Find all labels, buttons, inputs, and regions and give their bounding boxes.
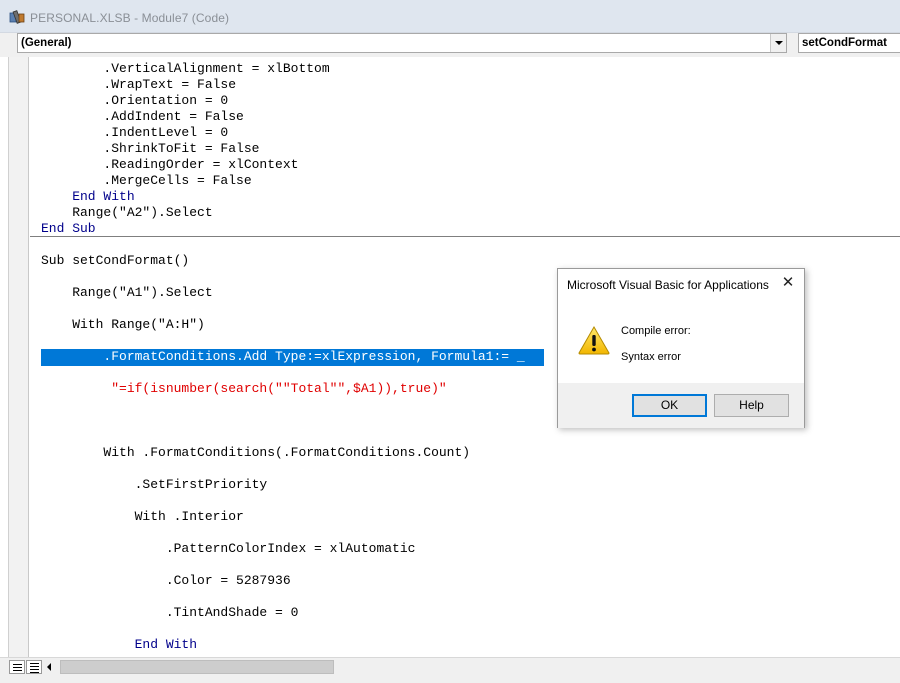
warning-icon xyxy=(578,326,610,355)
help-button[interactable]: Help xyxy=(714,394,789,417)
code-line[interactable]: Range("A1").Select xyxy=(41,285,212,301)
code-line[interactable]: .VerticalAlignment = xlBottom xyxy=(41,61,329,77)
code-line[interactable]: .PatternColorIndex = xlAutomatic xyxy=(41,541,416,557)
code-line[interactable]: .Color = 5287936 xyxy=(41,573,291,589)
vba-icon xyxy=(9,10,25,24)
code-line[interactable]: With Range("A:H") xyxy=(41,317,205,333)
procedure-combo[interactable]: setCondFormat xyxy=(798,33,900,53)
full-module-view-button[interactable] xyxy=(26,660,42,674)
code-line[interactable]: .TintAndShade = 0 xyxy=(41,605,299,621)
title-bar: PERSONAL.XLSB - Module7 (Code) xyxy=(0,0,900,33)
editor-left-edge xyxy=(0,57,9,657)
dialog-title: Microsoft Visual Basic for Applications xyxy=(567,278,769,292)
code-line[interactable]: .SetFirstPriority xyxy=(41,477,268,493)
ok-button[interactable]: OK xyxy=(632,394,707,417)
code-line[interactable]: End Sub xyxy=(41,221,96,237)
code-line[interactable]: With .Interior xyxy=(41,509,244,525)
dialog-button-bar: OK Help xyxy=(558,383,804,428)
horizontal-scrollbar-thumb[interactable] xyxy=(60,660,334,674)
dialog-message-heading: Compile error: xyxy=(621,325,691,337)
code-window-toolbar: (General) setCondFormat xyxy=(0,33,900,57)
procedure-divider xyxy=(30,236,900,237)
dialog-message-detail: Syntax error xyxy=(621,351,681,363)
code-line[interactable]: .AddIndent = False xyxy=(41,109,243,125)
code-line-error-formula[interactable]: "=if(isnumber(search(""Total"",$A1)),tru… xyxy=(41,381,446,397)
code-line[interactable]: .WrapText = False xyxy=(41,77,236,93)
object-combo[interactable]: (General) xyxy=(17,33,787,53)
code-line[interactable]: .MergeCells = False xyxy=(41,173,251,189)
code-line[interactable]: .Orientation = 0 xyxy=(41,93,228,109)
procedure-view-button[interactable] xyxy=(9,660,25,674)
code-line[interactable]: .ReadingOrder = xlContext xyxy=(41,157,298,173)
code-line[interactable]: .IndentLevel = 0 xyxy=(41,125,228,141)
code-line[interactable]: With .FormatConditions(.FormatConditions… xyxy=(41,445,470,461)
procedure-combo-value: setCondFormat xyxy=(802,37,887,49)
code-line[interactable]: .ShrinkToFit = False xyxy=(41,141,259,157)
scroll-left-icon[interactable] xyxy=(43,660,57,674)
code-line-error[interactable]: .FormatConditions.Add Type:=xlExpression… xyxy=(41,349,524,365)
close-icon[interactable]: ✕ xyxy=(781,275,795,290)
breakpoint-margin[interactable] xyxy=(9,57,29,657)
code-line[interactable]: End With xyxy=(41,637,197,653)
window-title: PERSONAL.XLSB - Module7 (Code) xyxy=(30,11,230,25)
editor-footer xyxy=(0,657,900,683)
code-line[interactable]: Sub setCondFormat() xyxy=(41,253,189,269)
code-line[interactable]: Range("A2").Select xyxy=(41,205,212,221)
code-line[interactable]: End With xyxy=(41,189,134,205)
compile-error-dialog: Microsoft Visual Basic for Applications … xyxy=(557,268,805,428)
object-combo-value: (General) xyxy=(21,37,72,49)
chevron-down-icon[interactable] xyxy=(770,34,786,52)
